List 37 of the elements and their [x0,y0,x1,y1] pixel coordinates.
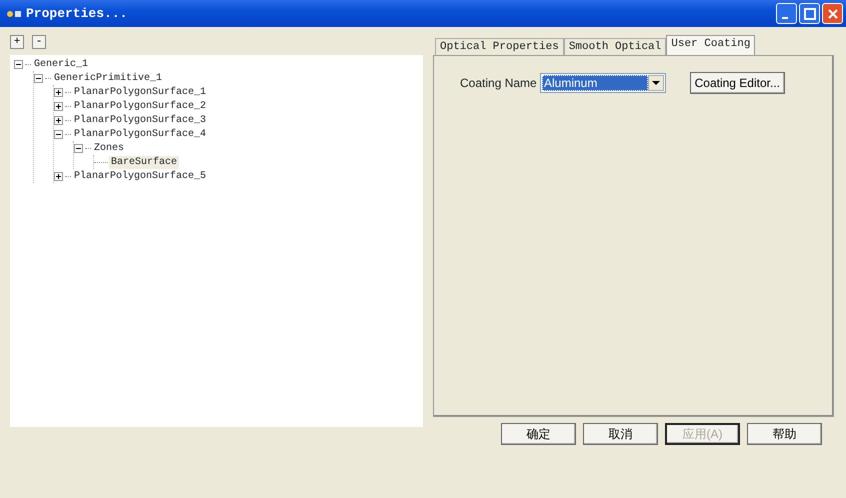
tab[interactable]: Smooth Optical [564,38,666,55]
dialog-button[interactable]: 确定 [501,423,576,445]
tree-item[interactable]: BareSurface [109,156,180,168]
coating-editor-button[interactable]: Coating Editor... [690,72,785,94]
app-icon [6,8,22,18]
collapse-icon[interactable] [34,74,43,82]
tree-item[interactable]: GenericPrimitive_1 [52,72,164,84]
close-icon [826,8,838,20]
maximize-button[interactable] [799,3,820,24]
dropdown-arrow-icon [652,81,660,85]
window-title: Properties... [26,4,128,23]
tree-item[interactable]: PlanarPolygonSurface_5 [72,170,208,182]
expand-icon[interactable] [54,88,63,96]
tree-item[interactable]: Generic_1 [32,58,90,70]
minimize-icon [782,16,788,18]
tree-item[interactable]: PlanarPolygonSurface_1 [72,86,208,98]
tree-item[interactable]: Zones [92,142,126,154]
tab[interactable]: User Coating [666,35,756,55]
collapse-all-button[interactable]: - [32,35,46,49]
close-button[interactable] [822,3,843,24]
expand-icon[interactable] [54,116,63,124]
dialog-button[interactable]: 帮助 [747,423,822,445]
minimize-button[interactable] [776,3,797,24]
coating-name-dropdown[interactable]: Aluminum [540,73,666,93]
collapse-icon[interactable] [14,60,23,68]
expand-all-button[interactable]: + [10,35,24,49]
tab[interactable]: Optical Properties [435,38,564,55]
tree-item[interactable]: PlanarPolygonSurface_4 [72,128,208,140]
collapse-icon[interactable] [74,144,83,152]
expand-icon[interactable] [54,102,63,110]
tree-item[interactable]: PlanarPolygonSurface_2 [72,100,208,112]
maximize-icon [804,8,816,20]
coating-name-label: Coating Name [460,75,538,92]
collapse-icon[interactable] [54,130,63,138]
tree-item[interactable]: PlanarPolygonSurface_3 [72,114,208,126]
expand-icon[interactable] [54,172,63,180]
dialog-button[interactable]: 取消 [583,423,658,445]
